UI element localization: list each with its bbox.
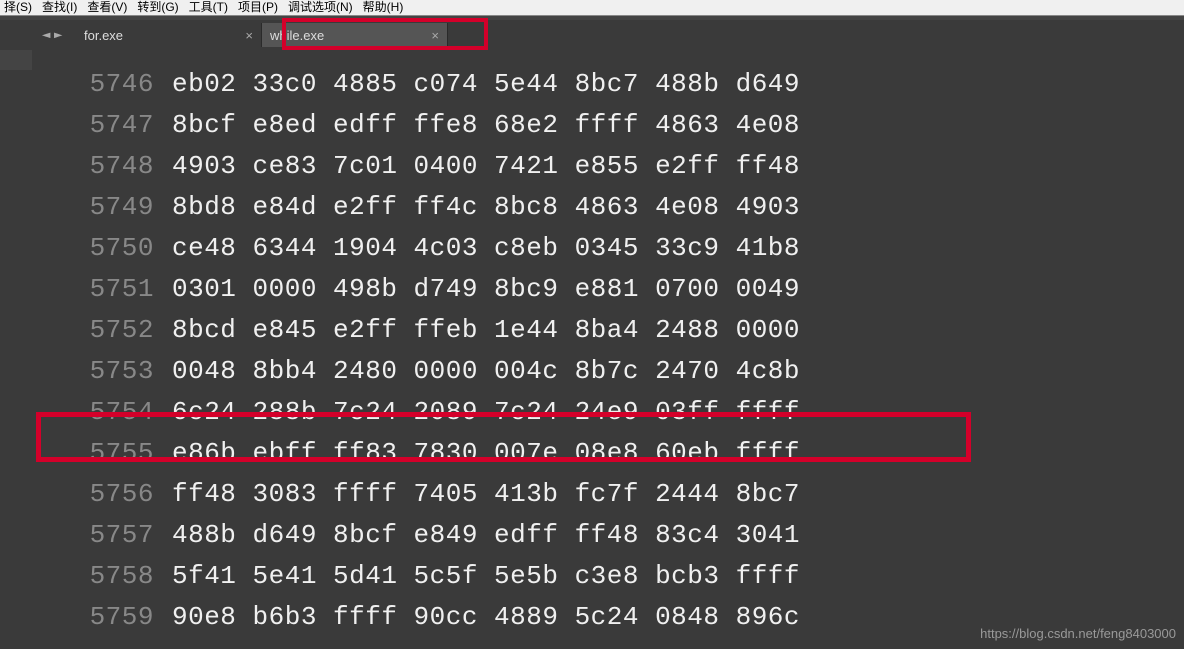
menu-item[interactable]: 调试选项(N) (288, 0, 353, 15)
menu-item[interactable]: 查找(I) (42, 0, 77, 15)
menu-item[interactable]: 帮助(H) (363, 0, 404, 15)
hex-bytes: 8bd8 e84d e2ff ff4c 8bc8 4863 4e08 4903 (172, 187, 800, 228)
content-area: 5746eb02 33c0 4885 c074 5e44 8bc7 488b d… (0, 50, 1184, 649)
hex-row: 57478bcf e8ed edff ffe8 68e2 ffff 4863 4… (32, 105, 1184, 146)
hex-row: 57585f41 5e41 5d41 5c5f 5e5b c3e8 bcb3 f… (32, 556, 1184, 597)
hex-bytes: 0048 8bb4 2480 0000 004c 8b7c 2470 4c8b (172, 351, 800, 392)
hex-bytes: eb02 33c0 4885 c074 5e44 8bc7 488b d649 (172, 64, 800, 105)
hex-bytes: 0301 0000 498b d749 8bc9 e881 0700 0049 (172, 269, 800, 310)
line-number: 5753 (32, 351, 172, 392)
hex-bytes: 6c24 288b 7c24 2089 7c24 24e9 03ff ffff (172, 392, 800, 433)
hex-bytes: 5f41 5e41 5d41 5c5f 5e5b c3e8 bcb3 ffff (172, 556, 800, 597)
line-number: 5747 (32, 105, 172, 146)
hex-row: 57498bd8 e84d e2ff ff4c 8bc8 4863 4e08 4… (32, 187, 1184, 228)
hex-row: 5757488b d649 8bcf e849 edff ff48 83c4 3… (32, 515, 1184, 556)
tab-label: for.exe (84, 28, 123, 43)
menu-bar: 择(S) 查找(I) 查看(V) 转到(G) 工具(T) 项目(P) 调试选项(… (0, 0, 1184, 16)
hex-row: 5746eb02 33c0 4885 c074 5e44 8bc7 488b d… (32, 64, 1184, 105)
left-gutter (0, 50, 32, 70)
hex-bytes: 90e8 b6b3 ffff 90cc 4889 5c24 0848 896c (172, 597, 800, 638)
nav-prev-icon[interactable]: ◄ (42, 27, 52, 43)
hex-row: 57530048 8bb4 2480 0000 004c 8b7c 2470 4… (32, 351, 1184, 392)
tab-bar: ◄ ► for.exe × while.exe × (0, 20, 1184, 50)
hex-bytes: e86b ebff ff83 7830 007e 08e8 60eb ffff (172, 433, 800, 474)
line-number: 5748 (32, 146, 172, 187)
close-icon[interactable]: × (431, 28, 439, 43)
line-number: 5746 (32, 64, 172, 105)
hex-row: 5756ff48 3083 ffff 7405 413b fc7f 2444 8… (32, 474, 1184, 515)
hex-bytes: 488b d649 8bcf e849 edff ff48 83c4 3041 (172, 515, 800, 556)
watermark: https://blog.csdn.net/feng8403000 (980, 626, 1176, 641)
line-number: 5754 (32, 392, 172, 433)
line-number: 5759 (32, 597, 172, 638)
line-number: 5758 (32, 556, 172, 597)
hex-bytes: 4903 ce83 7c01 0400 7421 e855 e2ff ff48 (172, 146, 800, 187)
tab-for-exe[interactable]: for.exe × (76, 23, 262, 47)
hex-row: 57528bcd e845 e2ff ffeb 1e44 8ba4 2488 0… (32, 310, 1184, 351)
line-number: 5755 (32, 433, 172, 474)
menu-item[interactable]: 转到(G) (137, 0, 178, 15)
line-number: 5749 (32, 187, 172, 228)
hex-bytes: ce48 6344 1904 4c03 c8eb 0345 33c9 41b8 (172, 228, 800, 269)
menu-item[interactable]: 项目(P) (238, 0, 278, 15)
hex-bytes: ff48 3083 ffff 7405 413b fc7f 2444 8bc7 (172, 474, 800, 515)
nav-next-icon[interactable]: ► (54, 27, 64, 43)
line-number: 5752 (32, 310, 172, 351)
menu-item[interactable]: 择(S) (4, 0, 32, 15)
hex-view[interactable]: 5746eb02 33c0 4885 c074 5e44 8bc7 488b d… (32, 50, 1184, 649)
hex-bytes: 8bcd e845 e2ff ffeb 1e44 8ba4 2488 0000 (172, 310, 800, 351)
menu-item[interactable]: 工具(T) (189, 0, 228, 15)
hex-row: 57546c24 288b 7c24 2089 7c24 24e9 03ff f… (32, 392, 1184, 433)
hex-row: 5750ce48 6344 1904 4c03 c8eb 0345 33c9 4… (32, 228, 1184, 269)
line-number: 5750 (32, 228, 172, 269)
hex-bytes: 8bcf e8ed edff ffe8 68e2 ffff 4863 4e08 (172, 105, 800, 146)
hex-row: 5755e86b ebff ff83 7830 007e 08e8 60eb f… (32, 433, 1184, 474)
tab-nav: ◄ ► (42, 27, 64, 43)
hex-row: 57510301 0000 498b d749 8bc9 e881 0700 0… (32, 269, 1184, 310)
hex-row: 57484903 ce83 7c01 0400 7421 e855 e2ff f… (32, 146, 1184, 187)
close-icon[interactable]: × (245, 28, 253, 43)
tab-while-exe[interactable]: while.exe × (262, 23, 448, 47)
tab-label: while.exe (270, 28, 324, 43)
menu-item[interactable]: 查看(V) (87, 0, 127, 15)
line-number: 5756 (32, 474, 172, 515)
line-number: 5751 (32, 269, 172, 310)
line-number: 5757 (32, 515, 172, 556)
